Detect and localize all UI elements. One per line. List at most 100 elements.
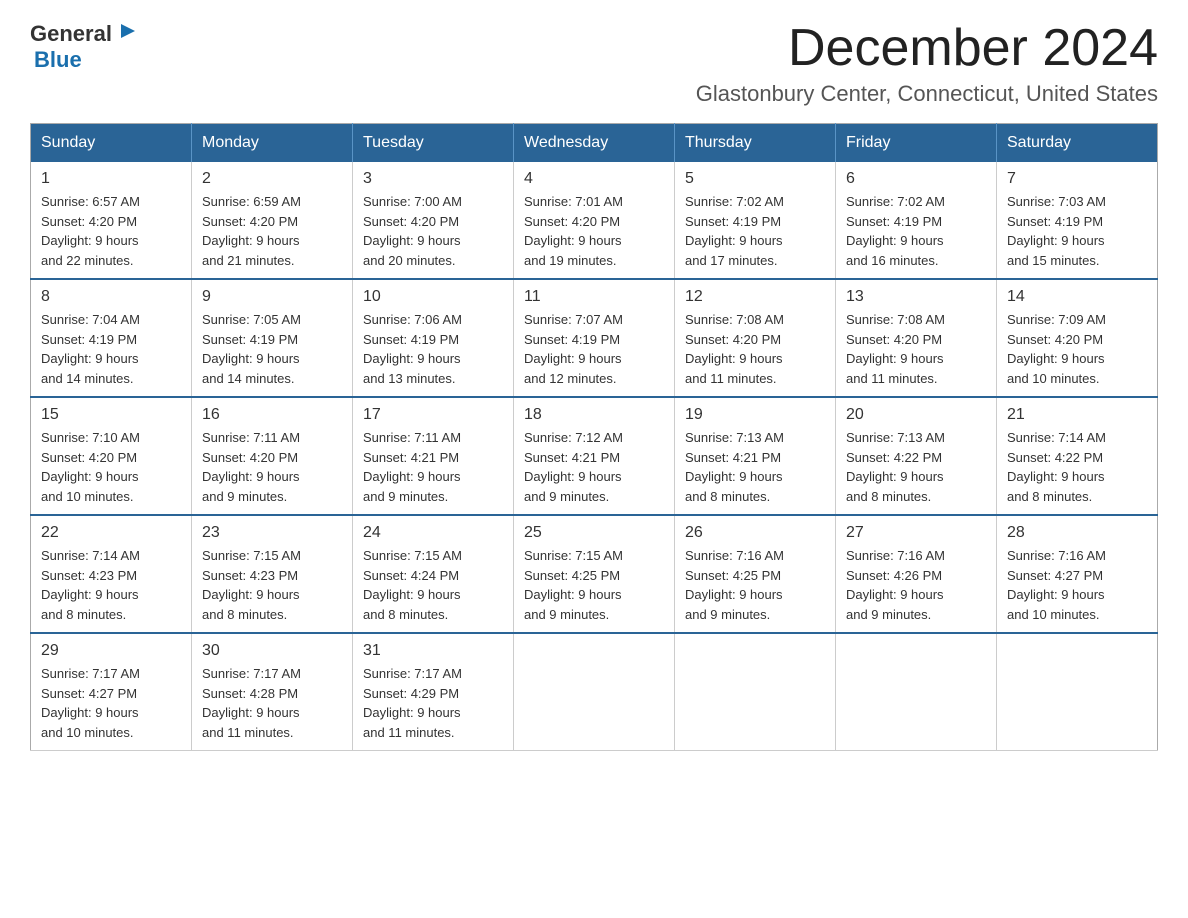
location-title: Glastonbury Center, Connecticut, United … [696, 81, 1158, 107]
day-info: Sunrise: 7:04 AM Sunset: 4:19 PM Dayligh… [41, 310, 181, 388]
day-cell: 25 Sunrise: 7:15 AM Sunset: 4:25 PM Dayl… [514, 515, 675, 633]
day-info: Sunrise: 7:15 AM Sunset: 4:23 PM Dayligh… [202, 546, 342, 624]
day-number: 8 [41, 288, 181, 306]
day-number: 17 [363, 406, 503, 424]
day-number: 10 [363, 288, 503, 306]
day-info: Sunrise: 7:14 AM Sunset: 4:23 PM Dayligh… [41, 546, 181, 624]
day-number: 31 [363, 642, 503, 660]
day-number: 14 [1007, 288, 1147, 306]
day-info: Sunrise: 7:02 AM Sunset: 4:19 PM Dayligh… [846, 192, 986, 270]
week-row-4: 22 Sunrise: 7:14 AM Sunset: 4:23 PM Dayl… [31, 515, 1158, 633]
day-number: 16 [202, 406, 342, 424]
day-info: Sunrise: 7:05 AM Sunset: 4:19 PM Dayligh… [202, 310, 342, 388]
day-cell: 27 Sunrise: 7:16 AM Sunset: 4:26 PM Dayl… [836, 515, 997, 633]
week-row-1: 1 Sunrise: 6:57 AM Sunset: 4:20 PM Dayli… [31, 162, 1158, 279]
day-info: Sunrise: 7:17 AM Sunset: 4:27 PM Dayligh… [41, 664, 181, 742]
day-cell: 28 Sunrise: 7:16 AM Sunset: 4:27 PM Dayl… [997, 515, 1158, 633]
day-info: Sunrise: 7:09 AM Sunset: 4:20 PM Dayligh… [1007, 310, 1147, 388]
day-number: 29 [41, 642, 181, 660]
day-cell: 29 Sunrise: 7:17 AM Sunset: 4:27 PM Dayl… [31, 633, 192, 751]
day-info: Sunrise: 7:16 AM Sunset: 4:27 PM Dayligh… [1007, 546, 1147, 624]
day-number: 9 [202, 288, 342, 306]
week-row-2: 8 Sunrise: 7:04 AM Sunset: 4:19 PM Dayli… [31, 279, 1158, 397]
day-number: 13 [846, 288, 986, 306]
day-info: Sunrise: 7:17 AM Sunset: 4:28 PM Dayligh… [202, 664, 342, 742]
day-cell: 22 Sunrise: 7:14 AM Sunset: 4:23 PM Dayl… [31, 515, 192, 633]
day-number: 3 [363, 170, 503, 188]
day-cell [997, 633, 1158, 751]
day-number: 1 [41, 170, 181, 188]
day-number: 25 [524, 524, 664, 542]
day-cell [514, 633, 675, 751]
day-number: 26 [685, 524, 825, 542]
logo-general-text: General [30, 21, 112, 47]
day-number: 22 [41, 524, 181, 542]
day-number: 11 [524, 288, 664, 306]
day-cell: 8 Sunrise: 7:04 AM Sunset: 4:19 PM Dayli… [31, 279, 192, 397]
day-number: 7 [1007, 170, 1147, 188]
day-cell: 21 Sunrise: 7:14 AM Sunset: 4:22 PM Dayl… [997, 397, 1158, 515]
day-number: 30 [202, 642, 342, 660]
day-cell: 15 Sunrise: 7:10 AM Sunset: 4:20 PM Dayl… [31, 397, 192, 515]
day-number: 4 [524, 170, 664, 188]
day-info: Sunrise: 7:11 AM Sunset: 4:21 PM Dayligh… [363, 428, 503, 506]
day-info: Sunrise: 7:17 AM Sunset: 4:29 PM Dayligh… [363, 664, 503, 742]
weekday-header-sunday: Sunday [31, 124, 192, 163]
day-number: 23 [202, 524, 342, 542]
logo-arrow-icon [115, 20, 137, 47]
weekday-header-tuesday: Tuesday [353, 124, 514, 163]
day-cell [836, 633, 997, 751]
weekday-header-saturday: Saturday [997, 124, 1158, 163]
day-number: 5 [685, 170, 825, 188]
day-cell: 6 Sunrise: 7:02 AM Sunset: 4:19 PM Dayli… [836, 162, 997, 279]
day-cell: 17 Sunrise: 7:11 AM Sunset: 4:21 PM Dayl… [353, 397, 514, 515]
day-info: Sunrise: 7:10 AM Sunset: 4:20 PM Dayligh… [41, 428, 181, 506]
day-cell: 3 Sunrise: 7:00 AM Sunset: 4:20 PM Dayli… [353, 162, 514, 279]
day-cell: 31 Sunrise: 7:17 AM Sunset: 4:29 PM Dayl… [353, 633, 514, 751]
day-info: Sunrise: 7:13 AM Sunset: 4:22 PM Dayligh… [846, 428, 986, 506]
day-info: Sunrise: 7:15 AM Sunset: 4:25 PM Dayligh… [524, 546, 664, 624]
day-info: Sunrise: 7:07 AM Sunset: 4:19 PM Dayligh… [524, 310, 664, 388]
weekday-header-friday: Friday [836, 124, 997, 163]
weekday-header-thursday: Thursday [675, 124, 836, 163]
day-number: 12 [685, 288, 825, 306]
weekday-header-wednesday: Wednesday [514, 124, 675, 163]
day-cell: 2 Sunrise: 6:59 AM Sunset: 4:20 PM Dayli… [192, 162, 353, 279]
week-row-3: 15 Sunrise: 7:10 AM Sunset: 4:20 PM Dayl… [31, 397, 1158, 515]
day-cell: 26 Sunrise: 7:16 AM Sunset: 4:25 PM Dayl… [675, 515, 836, 633]
day-info: Sunrise: 7:06 AM Sunset: 4:19 PM Dayligh… [363, 310, 503, 388]
day-number: 24 [363, 524, 503, 542]
day-cell: 20 Sunrise: 7:13 AM Sunset: 4:22 PM Dayl… [836, 397, 997, 515]
day-cell: 13 Sunrise: 7:08 AM Sunset: 4:20 PM Dayl… [836, 279, 997, 397]
day-info: Sunrise: 7:13 AM Sunset: 4:21 PM Dayligh… [685, 428, 825, 506]
day-info: Sunrise: 7:01 AM Sunset: 4:20 PM Dayligh… [524, 192, 664, 270]
logo: General Blue [30, 20, 137, 73]
month-title: December 2024 [696, 20, 1158, 77]
day-cell: 16 Sunrise: 7:11 AM Sunset: 4:20 PM Dayl… [192, 397, 353, 515]
day-cell: 23 Sunrise: 7:15 AM Sunset: 4:23 PM Dayl… [192, 515, 353, 633]
day-cell: 30 Sunrise: 7:17 AM Sunset: 4:28 PM Dayl… [192, 633, 353, 751]
day-info: Sunrise: 7:16 AM Sunset: 4:25 PM Dayligh… [685, 546, 825, 624]
day-number: 6 [846, 170, 986, 188]
day-info: Sunrise: 7:11 AM Sunset: 4:20 PM Dayligh… [202, 428, 342, 506]
day-cell: 1 Sunrise: 6:57 AM Sunset: 4:20 PM Dayli… [31, 162, 192, 279]
day-cell: 19 Sunrise: 7:13 AM Sunset: 4:21 PM Dayl… [675, 397, 836, 515]
day-info: Sunrise: 7:08 AM Sunset: 4:20 PM Dayligh… [685, 310, 825, 388]
day-info: Sunrise: 6:59 AM Sunset: 4:20 PM Dayligh… [202, 192, 342, 270]
title-area: December 2024 Glastonbury Center, Connec… [696, 20, 1158, 107]
day-cell: 11 Sunrise: 7:07 AM Sunset: 4:19 PM Dayl… [514, 279, 675, 397]
day-number: 20 [846, 406, 986, 424]
weekday-header-row: SundayMondayTuesdayWednesdayThursdayFrid… [31, 124, 1158, 163]
day-info: Sunrise: 7:08 AM Sunset: 4:20 PM Dayligh… [846, 310, 986, 388]
day-cell: 4 Sunrise: 7:01 AM Sunset: 4:20 PM Dayli… [514, 162, 675, 279]
day-cell: 10 Sunrise: 7:06 AM Sunset: 4:19 PM Dayl… [353, 279, 514, 397]
day-cell: 14 Sunrise: 7:09 AM Sunset: 4:20 PM Dayl… [997, 279, 1158, 397]
day-cell [675, 633, 836, 751]
day-cell: 7 Sunrise: 7:03 AM Sunset: 4:19 PM Dayli… [997, 162, 1158, 279]
logo-blue-text: Blue [34, 47, 82, 73]
week-row-5: 29 Sunrise: 7:17 AM Sunset: 4:27 PM Dayl… [31, 633, 1158, 751]
day-number: 28 [1007, 524, 1147, 542]
day-info: Sunrise: 7:02 AM Sunset: 4:19 PM Dayligh… [685, 192, 825, 270]
day-cell: 24 Sunrise: 7:15 AM Sunset: 4:24 PM Dayl… [353, 515, 514, 633]
day-number: 2 [202, 170, 342, 188]
